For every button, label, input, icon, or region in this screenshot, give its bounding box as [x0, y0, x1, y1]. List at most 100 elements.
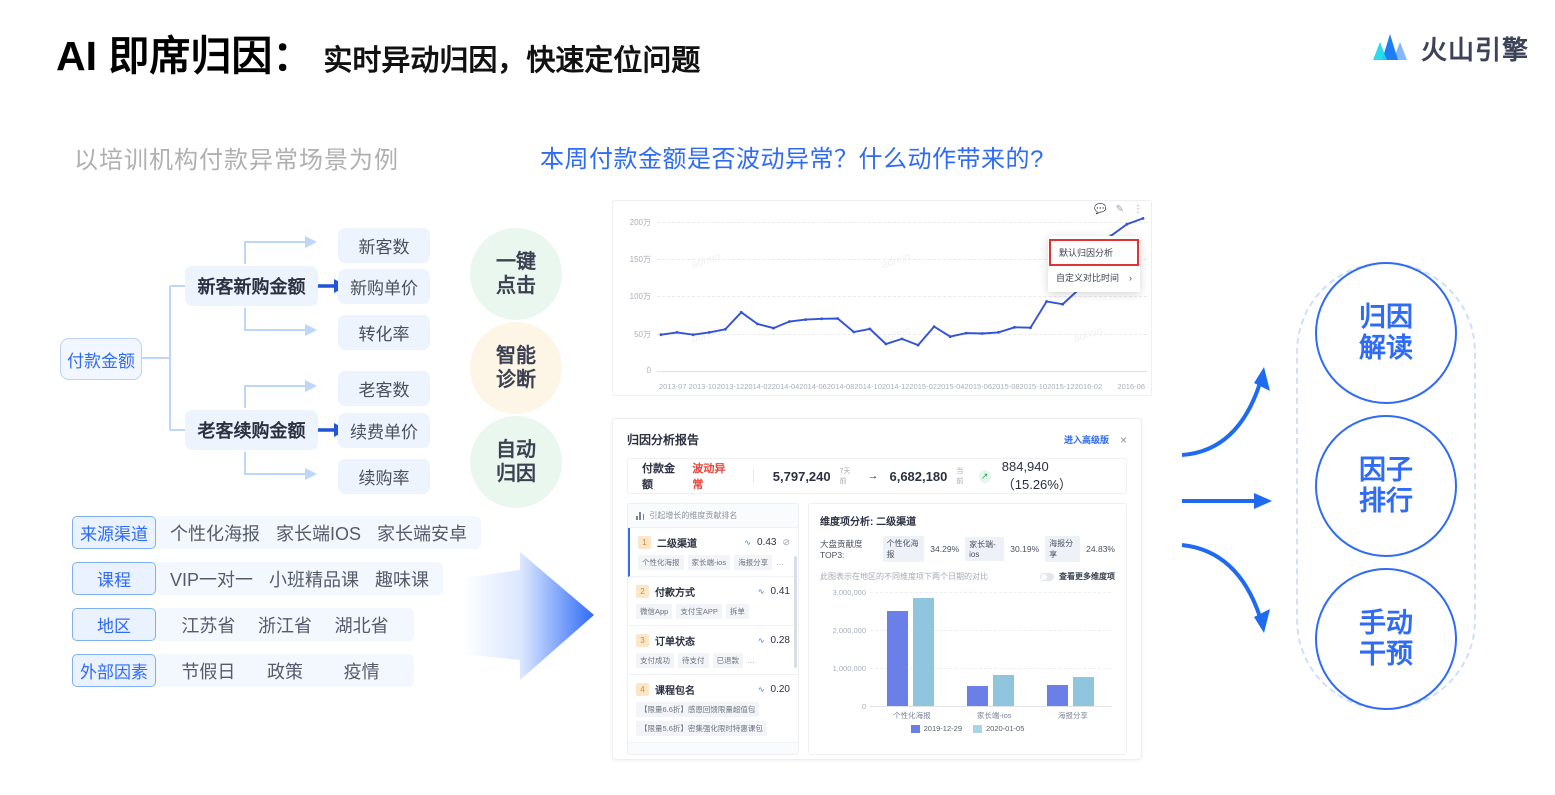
x-tick-label: 2015-10 — [1019, 382, 1048, 391]
top3-label: 大盘贡献度TOP3: — [820, 539, 863, 560]
dimension-row-channel: 来源渠道 个性化海报 家长端IOS 家长端安卓 — [72, 516, 482, 549]
attribution-context-menu[interactable]: 默认归因分析 自定义对比时间 › — [1048, 236, 1140, 292]
dimension-value: 趣味课 — [375, 569, 430, 590]
y-tick-label: 200万 — [629, 218, 651, 227]
step-label-line1: 自动 — [496, 438, 536, 461]
dimension-value: 家长端IOS — [276, 523, 362, 544]
dimension-value: 个性化海报 — [170, 523, 260, 544]
outcome-factor-ranking[interactable]: 因子 排行 — [1315, 415, 1457, 557]
report-title: 归因分析报告 — [627, 433, 700, 447]
x-tick-label: 2014-04 — [771, 382, 800, 391]
legend-swatch — [910, 724, 920, 733]
bar-group — [966, 675, 1014, 706]
dimension-values: 江苏省 浙江省 湖北省 — [156, 608, 414, 641]
page-title: AI 即席归因： 实时异动归因，快速定位问题 — [56, 22, 700, 82]
tree-leaf-new-customers: 新客数 — [338, 228, 430, 263]
tree-leaf-new-unit-price: 新购单价 — [338, 269, 430, 304]
list-item[interactable]: 2 付款方式 ∿ 0.41 微信App 支付宝APP 拆单 — [628, 577, 798, 626]
x-tick-label: 2016-06 — [1117, 382, 1145, 391]
x-tick-label: 2016-02 — [1074, 382, 1103, 391]
close-icon[interactable]: × — [1120, 433, 1127, 447]
x-axis-labels: 2013-07 2013-10 2013-12 2014-02 2014-04 … — [659, 382, 1145, 391]
outcome-manual-intervention[interactable]: 手动 干预 — [1315, 568, 1457, 710]
x-tick-label: 2014-08 — [826, 382, 855, 391]
x-tick-label: 2015-06 — [964, 382, 993, 391]
more-dimensions-label[interactable]: 查看更多维度项 — [1059, 571, 1115, 582]
block-icon[interactable]: ⊘ — [782, 537, 790, 548]
factor-ranking-list[interactable]: 引起增长的维度贡献排名 1 二级渠道 ∿ 0.43 ⊘ 个性化海报 家长端-io… — [627, 503, 799, 755]
sparkline-icon: ∿ — [757, 685, 765, 694]
line-chart-card: 💬 ✎ ⋮ 200万 150万 100万 50万 0 admin admin a… — [612, 200, 1152, 396]
factor-rank: 2 — [636, 585, 649, 598]
more-dimensions-toggle[interactable] — [1040, 572, 1054, 581]
outcome-label-line1: 因子 — [1359, 454, 1413, 485]
bar[interactable] — [1073, 676, 1095, 706]
factor-name: 课程包名 — [655, 686, 695, 697]
process-steps: 一键 点击 智能 诊断 自动 归因 — [470, 228, 562, 510]
sparkline-icon: ∿ — [757, 636, 765, 645]
outcome-arrows — [1178, 355, 1290, 650]
bar-y-tick: 0 — [861, 702, 866, 711]
more-tags-icon[interactable]: … — [776, 558, 784, 567]
scrollbar[interactable] — [794, 556, 797, 668]
legend-item[interactable]: 2020-01-05 — [973, 724, 1024, 733]
brand-logo: 火山引擎 — [1370, 30, 1529, 67]
dimension-key: 课程 — [72, 562, 156, 595]
dimension-value: VIP一对一 — [170, 569, 254, 590]
list-item[interactable]: 4 课程包名 ∿ 0.20 【限量6.6折】感恩回馈限量超值包 【限量5.6折】… — [628, 675, 798, 743]
chevron-right-icon: › — [1129, 272, 1132, 283]
dimension-key: 地区 — [72, 608, 156, 641]
step-label-line2: 点击 — [496, 275, 536, 297]
list-item[interactable]: 3 订单状态 ∿ 0.28 支付成功 待支付 已退款 … — [628, 626, 798, 675]
bar-group — [1047, 676, 1095, 706]
dimension-key: 来源渠道 — [72, 516, 156, 549]
factor-score: 0.41 — [770, 586, 790, 597]
bar-x-tick: 海报分享 — [1057, 711, 1088, 720]
bar[interactable] — [1047, 685, 1069, 706]
y-tick-label: 100万 — [629, 292, 651, 301]
legend-swatch — [973, 724, 982, 733]
menu-item-default-attribution[interactable]: 默认归因分析 — [1049, 239, 1139, 266]
bar[interactable] — [886, 611, 908, 706]
bar-chart-icon — [636, 511, 645, 520]
top3-name: 个性化海报 — [882, 536, 925, 562]
legend-label: 2020-01-05 — [986, 724, 1025, 733]
dimension-values: 个性化海报 家长端IOS 家长端安卓 — [156, 516, 482, 549]
advanced-version-link[interactable]: 进入高级版 — [1064, 433, 1109, 446]
top3-pct: 24.83% — [1086, 544, 1115, 554]
more-tags-icon[interactable]: … — [747, 656, 755, 665]
dimension-key: 外部因素 — [72, 654, 156, 687]
tree-leaf-renew-unit-price: 续费单价 — [338, 413, 430, 448]
dimension-values: VIP一对一 小班精品课 趣味课 — [156, 562, 444, 595]
tree-leaf-renew-rate: 续购率 — [338, 459, 430, 494]
list-item[interactable]: 1 二级渠道 ∿ 0.43 ⊘ 个性化海报 家长端-ios 海报分享 … — [628, 528, 798, 577]
legend-item[interactable]: 2019-12-29 — [910, 724, 962, 733]
dimension-value: 政策 — [267, 661, 303, 682]
factor-tag: 【限量6.6折】感恩回馈限量超值包 — [636, 702, 760, 717]
menu-item-custom-compare-time[interactable]: 自定义对比时间 › — [1048, 266, 1140, 289]
attribution-report-card: 归因分析报告 进入高级版 × 付款金额 波动异常 5,797,240 7天前 →… — [612, 418, 1142, 760]
outcome-attribution-reading[interactable]: 归因 解读 — [1315, 262, 1457, 404]
menu-item-label: 默认归因分析 — [1059, 248, 1114, 258]
x-tick-label: 2015-12 — [1047, 382, 1075, 391]
bar[interactable] — [912, 598, 934, 706]
bar-y-tick: 2,000,000 — [832, 626, 866, 635]
x-tick-label: 2014-06 — [799, 382, 827, 391]
factor-name: 订单状态 — [655, 637, 695, 648]
top3-pct: 30.19% — [1010, 544, 1040, 554]
bar[interactable] — [966, 685, 988, 706]
outcome-label-line1: 归因 — [1359, 301, 1413, 332]
metric-to-value: 6,682,180 — [889, 468, 948, 484]
outcome-label-line2: 解读 — [1359, 333, 1413, 363]
factor-name: 二级渠道 — [657, 539, 697, 550]
detail-note: 此图表示在地区的不同维度项下两个日期的对比 — [820, 572, 988, 581]
factor-tag: 拆单 — [725, 604, 749, 619]
factor-rank: 4 — [636, 683, 649, 696]
top3-name: 海报分享 — [1045, 536, 1081, 562]
factor-tag: 微信App — [636, 604, 673, 619]
factor-rank: 3 — [636, 634, 649, 647]
bar[interactable] — [992, 675, 1014, 706]
dimension-value: 江苏省 — [181, 615, 236, 636]
y-tick-label: 150万 — [629, 255, 651, 264]
process-flow-arrow — [462, 552, 597, 687]
